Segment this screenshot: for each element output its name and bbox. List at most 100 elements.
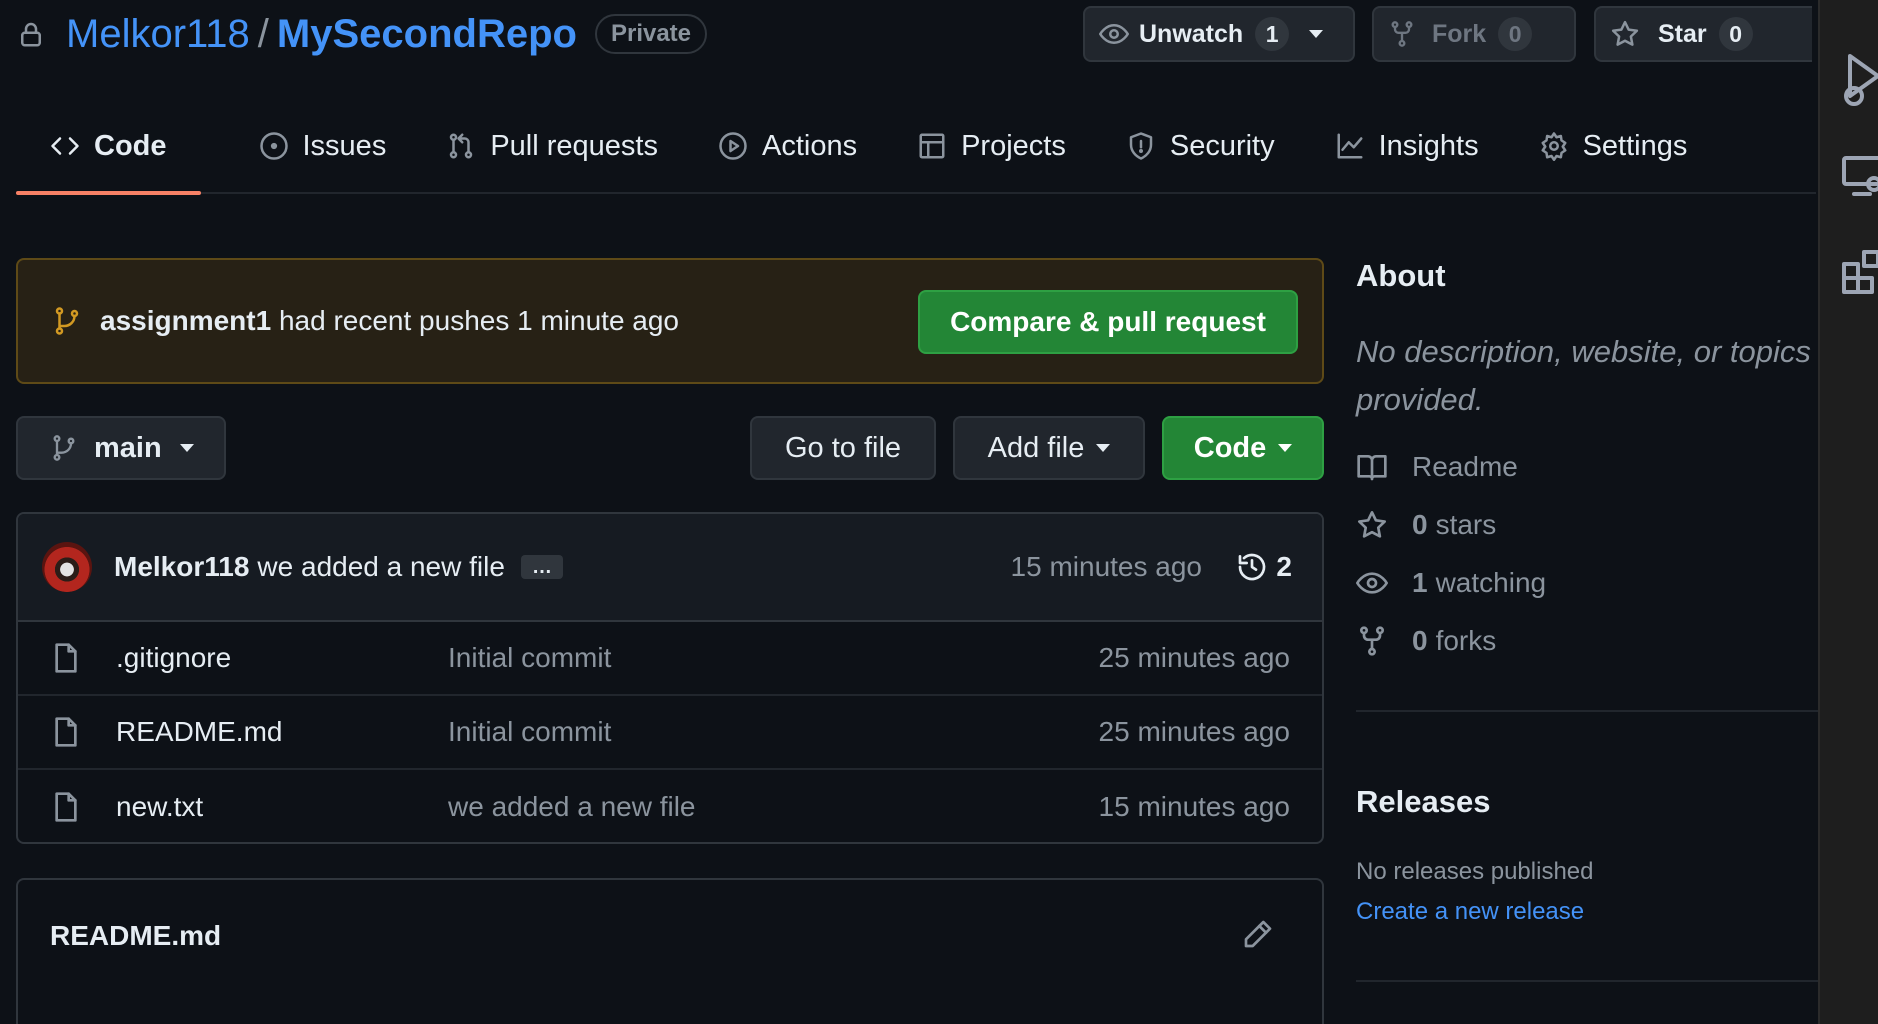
watching-link[interactable]: 1 watching xyxy=(1356,554,1816,612)
history-icon xyxy=(1236,551,1276,583)
branch-selector[interactable]: main xyxy=(16,416,226,480)
watching-label: watching xyxy=(1435,567,1547,598)
star-icon xyxy=(1610,19,1650,49)
file-row: README.md Initial commit 25 minutes ago xyxy=(18,696,1322,770)
eye-icon xyxy=(1356,567,1412,599)
latest-commit-row: Melkor118 we added a new file … 15 minut… xyxy=(18,514,1322,622)
file-commit-time: 25 minutes ago xyxy=(1098,642,1290,673)
shield-icon xyxy=(1126,131,1170,161)
star-count: 0 xyxy=(1718,17,1753,51)
about-sidebar: About No description, website, or topics… xyxy=(1356,258,1826,712)
tab-actions[interactable]: Actions xyxy=(716,99,859,193)
file-row: new.txt we added a new file 15 minutes a… xyxy=(18,770,1322,842)
recent-push-message: had recent pushes 1 minute ago xyxy=(278,305,680,336)
avatar[interactable] xyxy=(42,542,92,592)
tab-projects[interactable]: Projects xyxy=(915,99,1068,193)
file-commit-message[interactable]: Initial commit xyxy=(448,642,611,674)
fork-count: 0 xyxy=(1498,17,1533,51)
tab-projects-label: Projects xyxy=(961,129,1066,162)
pull-request-icon xyxy=(446,131,490,161)
tab-settings[interactable]: Settings xyxy=(1537,99,1690,193)
issue-icon xyxy=(259,131,303,161)
recent-push-text: assignment1 had recent pushes 1 minute a… xyxy=(100,305,679,337)
readme-link[interactable]: Readme xyxy=(1356,438,1816,496)
go-to-file-button[interactable]: Go to file xyxy=(750,416,936,480)
branch-name: main xyxy=(94,431,162,464)
stars-count: 0 xyxy=(1412,509,1428,540)
tab-code[interactable]: Code xyxy=(16,99,200,195)
repo-header: Melkor118 / MySecondRepo Private xyxy=(16,8,708,60)
no-releases-text: No releases published xyxy=(1356,858,1594,885)
pushed-branch-name[interactable]: assignment1 xyxy=(100,305,271,336)
forks-label: forks xyxy=(1435,625,1497,656)
lock-icon xyxy=(16,19,66,49)
tab-security[interactable]: Security xyxy=(1124,99,1277,193)
pencil-icon[interactable] xyxy=(1242,918,1274,950)
file-commit-message[interactable]: Initial commit xyxy=(448,716,611,748)
file-name-link[interactable]: README.md xyxy=(116,716,282,748)
tab-code-label: Code xyxy=(94,129,167,162)
commit-count: 2 xyxy=(1276,551,1292,582)
star-icon xyxy=(1356,509,1412,541)
create-release-link[interactable]: Create a new release xyxy=(1356,898,1593,926)
chevron-down-icon[interactable] xyxy=(1309,30,1324,38)
code-icon xyxy=(50,131,94,161)
tab-pull-requests-label: Pull requests xyxy=(490,129,658,162)
stars-link[interactable]: 0 stars xyxy=(1356,496,1816,554)
book-icon xyxy=(1356,451,1412,483)
releases-title[interactable]: Releases xyxy=(1356,784,1593,820)
fork-button[interactable]: Fork 0 xyxy=(1372,6,1576,62)
play-icon xyxy=(718,131,762,161)
about-meta-list: Readme 0 stars 1 watching 0 forks xyxy=(1356,438,1816,670)
unwatch-label: Unwatch xyxy=(1139,19,1244,48)
tab-settings-label: Settings xyxy=(1582,129,1688,162)
chevron-down-icon xyxy=(179,444,194,452)
watching-count: 1 xyxy=(1412,567,1428,598)
editor-activity-bar xyxy=(1818,0,1878,1024)
star-label: Star xyxy=(1658,19,1707,48)
visibility-badge: Private xyxy=(594,14,708,54)
commit-message-link[interactable]: we added a new file xyxy=(257,551,505,583)
remote-explorer-icon[interactable] xyxy=(1842,154,1878,198)
file-commit-time: 15 minutes ago xyxy=(1098,791,1290,822)
sidebar-divider xyxy=(1356,710,1826,712)
commit-author-link[interactable]: Melkor118 xyxy=(114,551,249,583)
star-button[interactable]: Star 0 xyxy=(1594,6,1812,62)
tab-issues[interactable]: Issues xyxy=(257,99,389,193)
commit-time[interactable]: 15 minutes ago xyxy=(1011,551,1202,583)
about-description-line2: provided. xyxy=(1356,382,1484,417)
file-list: Melkor118 we added a new file … 15 minut… xyxy=(16,512,1324,844)
code-download-button[interactable]: Code xyxy=(1162,416,1324,480)
unwatch-button[interactable]: Unwatch 1 xyxy=(1083,6,1355,62)
file-icon xyxy=(52,791,80,823)
commit-expand-button[interactable]: … xyxy=(520,555,563,579)
tab-pull-requests[interactable]: Pull requests xyxy=(444,99,660,193)
file-commit-message[interactable]: we added a new file xyxy=(448,791,696,823)
repo-name-link[interactable]: MySecondRepo xyxy=(277,12,577,57)
forks-link[interactable]: 0 forks xyxy=(1356,612,1816,670)
repo-separator: / xyxy=(257,11,269,56)
chevron-down-icon xyxy=(1096,444,1111,452)
tab-issues-label: Issues xyxy=(302,129,387,162)
tab-insights[interactable]: Insights xyxy=(1333,99,1481,193)
extensions-icon[interactable] xyxy=(1842,248,1878,296)
file-name-link[interactable]: .gitignore xyxy=(116,642,231,674)
tab-security-label: Security xyxy=(1169,129,1275,162)
tab-actions-label: Actions xyxy=(761,129,858,162)
table-icon xyxy=(917,131,961,161)
file-name-link[interactable]: new.txt xyxy=(116,791,203,823)
readme-title[interactable]: README.md xyxy=(50,920,221,952)
about-description: No description, website, or topics provi… xyxy=(1356,328,1836,424)
run-debug-icon[interactable] xyxy=(1842,52,1878,108)
repo-owner-link[interactable]: Melkor118 xyxy=(66,12,250,57)
forks-count: 0 xyxy=(1412,625,1428,656)
add-file-button[interactable]: Add file xyxy=(953,416,1145,480)
eye-icon xyxy=(1099,19,1139,49)
compare-pull-request-button[interactable]: Compare & pull request xyxy=(918,290,1298,354)
chevron-down-icon xyxy=(1278,444,1293,452)
releases-section: Releases No releases published Create a … xyxy=(1356,784,1593,926)
branch-icon xyxy=(50,434,78,462)
commit-history-link[interactable]: 2 xyxy=(1236,551,1292,583)
branch-icon xyxy=(52,306,82,336)
about-title: About xyxy=(1356,258,1446,293)
